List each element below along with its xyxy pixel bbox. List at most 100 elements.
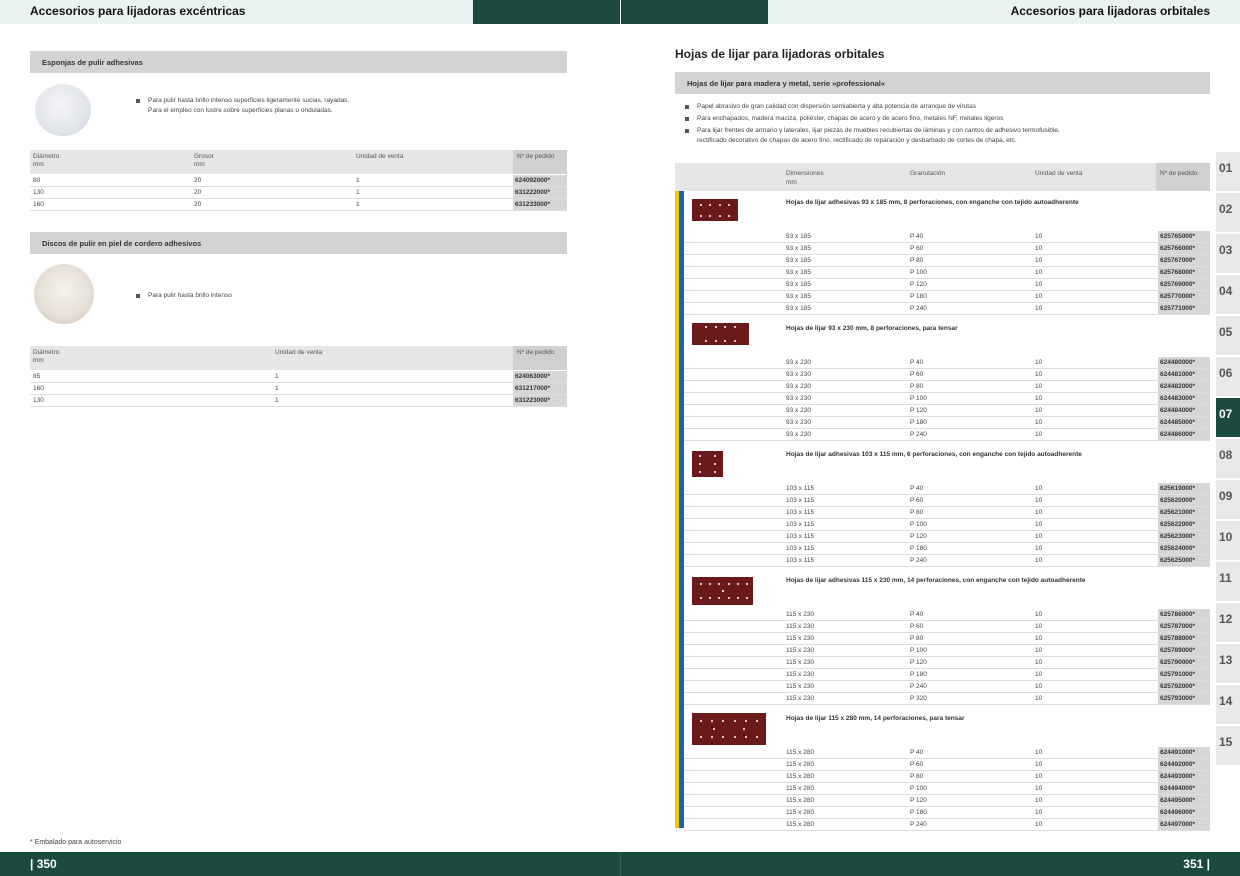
perforation-dot	[736, 583, 739, 585]
cell-unidad: 10	[1035, 545, 1043, 552]
tab-chapter-01[interactable]: 01	[1216, 152, 1240, 191]
order-number: 625793000*	[1158, 693, 1210, 704]
perforation-dot	[700, 597, 703, 599]
tab-chapter-12[interactable]: 12	[1216, 603, 1240, 642]
order-number: 624484000*	[1158, 405, 1210, 416]
perforation-dot	[700, 583, 703, 585]
lambswool-bullet-list: Para pulir hasta brillo intenso	[136, 291, 556, 301]
table-row: 93 x 230 P 60 10 624481000*	[684, 369, 1210, 381]
cell-granulacion: P 80	[910, 509, 924, 516]
cell-granulacion: P 60	[910, 761, 924, 768]
cell-unidad: 10	[1035, 749, 1043, 756]
cell-dimensiones: 115 x 230	[786, 647, 815, 654]
tab-chapter-13[interactable]: 13	[1216, 644, 1240, 683]
cell-unidad: 10	[1035, 245, 1043, 252]
perforation-dot	[705, 326, 708, 329]
left-page-number: | 350	[30, 857, 57, 871]
tab-chapter-10[interactable]: 10	[1216, 521, 1240, 560]
tab-chapter-08[interactable]: 08	[1216, 439, 1240, 478]
cell-unidad: 10	[1035, 785, 1043, 792]
cell-dimensiones: 115 x 230	[786, 695, 815, 702]
table-row: 103 x 115 P 40 10 625619000*	[684, 483, 1210, 495]
tab-chapter-06[interactable]: 06	[1216, 357, 1240, 396]
order-number: 625766000*	[1158, 243, 1210, 254]
sanding-sheet-image	[692, 199, 738, 221]
cell-dimensiones: 103 x 115	[786, 557, 815, 564]
perforation-dot	[714, 470, 717, 473]
cell-dimensiones: 93 x 230	[786, 395, 811, 402]
table-row: 93 x 230 P 120 10 624484000*	[684, 405, 1210, 417]
col-header-dimensiones: Dimensiones	[786, 170, 824, 177]
cell-dimensiones: 115 x 230	[786, 623, 815, 630]
sanding-sheets-bullet-list: Papel abrasivo de gran calidad con dispe…	[685, 102, 1210, 146]
cell-granulacion: P 180	[910, 809, 927, 816]
bullet-square-icon	[685, 129, 689, 133]
table-row: 80 20 1 624092000*	[30, 175, 567, 187]
cell-dimensiones: 93 x 185	[786, 245, 811, 252]
tab-chapter-11[interactable]: 11	[1216, 562, 1240, 601]
cell-granulacion: P 100	[910, 785, 927, 792]
cell-granulacion: P 120	[910, 659, 927, 666]
order-number: 625787000*	[1158, 621, 1210, 632]
cell-granulacion: P 80	[910, 383, 924, 390]
cell-unidad: 10	[1035, 683, 1043, 690]
col-header-grosor-unit: mm	[194, 161, 205, 168]
cell-granulacion: P 40	[910, 359, 924, 366]
cell-granulacion: P 100	[910, 521, 927, 528]
table-row: 93 x 185 P 60 10 625766000*	[684, 243, 1210, 255]
perforation-dot	[736, 597, 739, 599]
cell-unidad: 10	[1035, 269, 1043, 276]
sanding-sheet-image	[692, 451, 723, 477]
section-header-lambswool: Discos de pulir en piel de cordero adhes…	[30, 232, 567, 254]
cell-granulacion: P 320	[910, 695, 927, 702]
table-row: 93 x 230 P 100 10 624483000*	[684, 393, 1210, 405]
table-row: 115 x 280 P 240 10 624497000*	[684, 819, 1210, 831]
cell-dimensiones: 93 x 185	[786, 293, 811, 300]
tab-chapter-07[interactable]: 07	[1216, 398, 1240, 437]
table-row: 115 x 230 P 40 10 625786000*	[684, 609, 1210, 621]
table-row: 130 20 1 631222000*	[30, 187, 567, 199]
order-number: 624482000*	[1158, 381, 1210, 392]
tab-chapter-04[interactable]: 04	[1216, 275, 1240, 314]
tab-chapter-05[interactable]: 05	[1216, 316, 1240, 355]
tab-chapter-09[interactable]: 09	[1216, 480, 1240, 519]
cell-granulacion: P 120	[910, 533, 927, 540]
order-number: 625621000*	[1158, 507, 1210, 518]
bullet-item: Para lijar frentes de armario y laterale…	[685, 126, 1210, 136]
cell-dimensiones: 115 x 280	[786, 785, 815, 792]
table-row: 103 x 115 P 240 10 625625000*	[684, 555, 1210, 567]
tab-chapter-02[interactable]: 02	[1216, 193, 1240, 232]
order-number: 625767000*	[1158, 255, 1210, 266]
perforation-dot	[709, 583, 712, 585]
table-row: 93 x 230 P 180 10 624485000*	[684, 417, 1210, 429]
cell-unidad: 10	[1035, 533, 1043, 540]
cell-granulacion: P 40	[910, 485, 924, 492]
order-number: 631222000*	[513, 187, 567, 198]
table-row: 103 x 115 P 60 10 625620000*	[684, 495, 1210, 507]
order-number: 625765000*	[1158, 231, 1210, 242]
col-header-dimensiones-unit: mm	[786, 179, 797, 186]
perforation-dot	[714, 455, 717, 458]
perforation-dot	[722, 736, 725, 738]
tab-chapter-03[interactable]: 03	[1216, 234, 1240, 273]
order-number: 625789000*	[1158, 645, 1210, 656]
order-number: 624063000*	[513, 371, 567, 382]
order-number: 624497000*	[1158, 819, 1210, 830]
bullet-square-icon	[136, 99, 140, 103]
table-row: 115 x 280 P 80 10 624493000*	[684, 771, 1210, 783]
tab-chapter-15[interactable]: 15	[1216, 726, 1240, 765]
cell-dimensiones: 115 x 280	[786, 773, 815, 780]
cell-granulacion: P 240	[910, 431, 927, 438]
cell-dimensiones: 115 x 280	[786, 809, 815, 816]
tab-chapter-14[interactable]: 14	[1216, 685, 1240, 724]
table-row: 115 x 230 P 120 10 625790000*	[684, 657, 1210, 669]
order-number: 625792000*	[1158, 681, 1210, 692]
bullet-continuation: Para el empleo con lustre sobre superfic…	[148, 107, 333, 114]
cell-granulacion: P 120	[910, 281, 927, 288]
table-row: 93 x 230 P 40 10 624480000*	[684, 357, 1210, 369]
order-number: 625768000*	[1158, 267, 1210, 278]
cell-dimensiones: 115 x 280	[786, 821, 815, 828]
bullet-continuation: rectificado decorativo de chapas de acer…	[697, 137, 1017, 144]
col-header-grosor: Grosor	[194, 153, 214, 160]
perforation-dot	[705, 339, 708, 342]
